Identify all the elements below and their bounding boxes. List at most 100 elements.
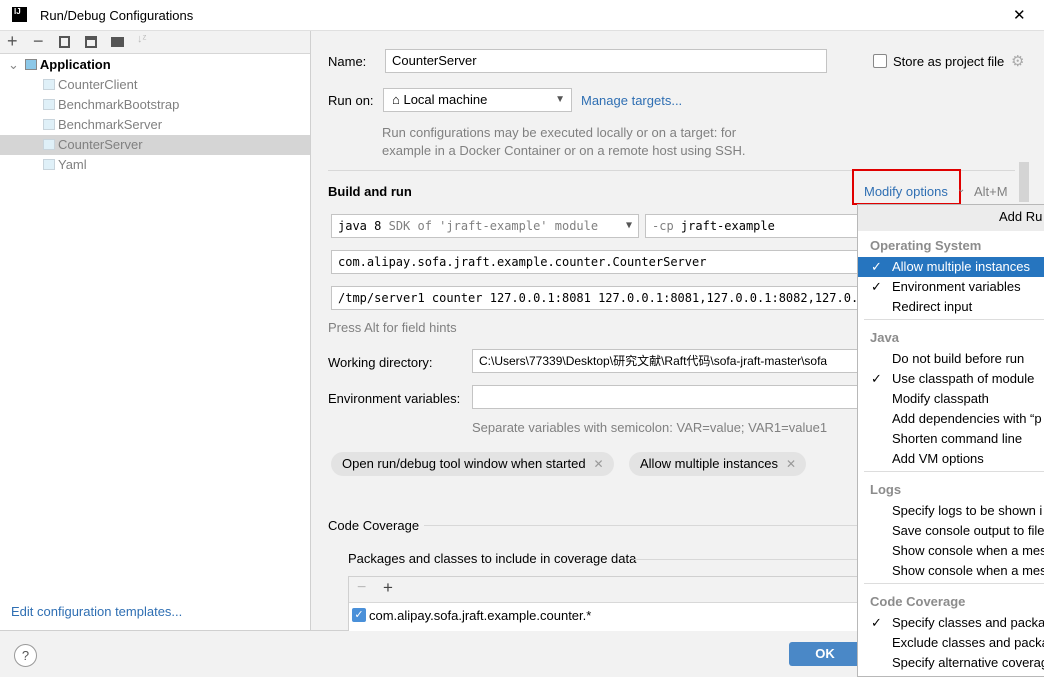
- coverage-list: − + ✓ com.alipay.sofa.jraft.example.coun…: [348, 576, 858, 631]
- chevron-down-icon[interactable]: ⌄: [8, 57, 19, 72]
- popup-menu-item-label: Do not build before run: [892, 351, 1025, 366]
- window-title: Run/Debug Configurations: [40, 8, 194, 23]
- coverage-item-label: com.alipay.sofa.jraft.example.counter.*: [369, 608, 592, 623]
- store-checkbox[interactable]: [873, 54, 887, 68]
- chevron-down-icon: ▼: [555, 94, 565, 105]
- config-icon: [43, 79, 55, 90]
- env-hint: Separate variables with semicolon: VAR=v…: [472, 420, 828, 435]
- popup-menu-item[interactable]: ✓ Use classpath of module: [858, 369, 1044, 389]
- divider: [864, 471, 1044, 472]
- sort-icon[interactable]: ↓ᶻ: [137, 33, 146, 45]
- remove-icon[interactable]: −: [33, 31, 44, 52]
- popup-menu-item[interactable]: ✓ Environment variables: [858, 277, 1044, 297]
- title-bar: IJ Run/Debug Configurations ✕: [0, 0, 1044, 31]
- tree-item[interactable]: BenchmarkServer: [0, 115, 310, 135]
- modify-options-popup: Add Ru Operating System ✓ Allow multiple i…: [857, 204, 1044, 677]
- copy-icon[interactable]: [59, 36, 70, 48]
- name-input[interactable]: CounterServer: [385, 49, 827, 73]
- divider: [864, 319, 1044, 320]
- environment-variables-input[interactable]: [472, 385, 860, 409]
- popup-menu-item-label: Add dependencies with “p: [892, 411, 1042, 426]
- field-hint: Press Alt for field hints: [328, 320, 457, 335]
- manage-targets-link[interactable]: Manage targets...: [581, 93, 682, 108]
- chip-allow-multiple-instances[interactable]: Allow multiple instances ✕: [629, 452, 807, 476]
- tree-item[interactable]: BenchmarkBootstrap: [0, 95, 310, 115]
- gear-icon[interactable]: ⚙: [1011, 52, 1024, 70]
- tree-item[interactable]: Yaml: [0, 155, 310, 175]
- working-directory-input[interactable]: C:\Users\77339\Desktop\研究文献\Raft代码\sofa-…: [472, 349, 860, 373]
- popup-menu-item[interactable]: Add dependencies with “p: [858, 409, 1044, 429]
- chevron-down-icon: ⌄: [957, 184, 966, 195]
- popup-menu-item[interactable]: Add VM options: [858, 449, 1044, 469]
- help-button[interactable]: ?: [14, 644, 37, 667]
- popup-menu-item-label: Exclude classes and packa: [892, 635, 1044, 650]
- scrollbar[interactable]: [1019, 162, 1029, 202]
- config-icon: [43, 99, 55, 110]
- popup-menu-item[interactable]: Shorten command line: [858, 429, 1044, 449]
- name-label: Name:: [328, 54, 367, 69]
- popup-section-title: Java: [870, 330, 899, 345]
- home-icon: ⌂: [392, 92, 404, 107]
- config-icon: [43, 159, 55, 170]
- close-icon[interactable]: ✕: [1013, 6, 1026, 24]
- modify-options-link[interactable]: Modify options: [864, 184, 948, 199]
- popup-menu-item[interactable]: ✓ Specify classes and packa: [858, 613, 1044, 633]
- config-icon: [43, 139, 55, 150]
- chip-open-tool-window[interactable]: Open run/debug tool window when started ✕: [331, 452, 614, 476]
- popup-menu-item[interactable]: Exclude classes and packa: [858, 633, 1044, 653]
- popup-menu-item[interactable]: Redirect input: [858, 297, 1044, 317]
- remove-icon[interactable]: −: [357, 579, 366, 597]
- checkbox-checked[interactable]: ✓: [352, 608, 366, 622]
- popup-menu-item[interactable]: Specify alternative coverag: [858, 653, 1044, 673]
- tree-root-application[interactable]: ⌄ Application: [0, 55, 310, 75]
- close-icon[interactable]: ✕: [786, 452, 796, 476]
- edit-templates-link[interactable]: Edit configuration templates...: [11, 604, 182, 619]
- chevron-down-icon: ▼: [625, 220, 632, 231]
- ok-button[interactable]: OK: [789, 642, 861, 666]
- popup-menu-item-label: Save console output to file: [892, 523, 1044, 538]
- coverage-subtitle: Packages and classes to include in cover…: [348, 551, 637, 566]
- popup-header: Add Ru: [858, 205, 1044, 231]
- popup-section-title: Logs: [870, 482, 902, 497]
- popup-section-title: Operating System: [870, 238, 982, 253]
- classpath-module-input[interactable]: -cp jraft-example: [645, 214, 860, 238]
- popup-menu-item[interactable]: Do not build before run: [858, 349, 1044, 369]
- tree-root-label: Application: [39, 57, 111, 72]
- popup-menu-item[interactable]: Specify logs to be shown i: [858, 501, 1044, 521]
- coverage-item[interactable]: ✓ com.alipay.sofa.jraft.example.counter.…: [349, 602, 858, 631]
- program-arguments-input[interactable]: /tmp/server1 counter 127.0.0.1:8081 127.…: [331, 286, 860, 310]
- popup-menu-item-label: Specify classes and packa: [892, 615, 1044, 630]
- run-on-label: Run on:: [328, 93, 374, 108]
- add-icon[interactable]: +: [383, 578, 393, 598]
- popup-menu-item[interactable]: Modify classpath: [858, 389, 1044, 409]
- working-directory-label: Working directory:: [328, 355, 433, 370]
- popup-menu-item[interactable]: Show console when a mes: [858, 541, 1044, 561]
- popup-menu-item-label: Add VM options: [892, 451, 984, 466]
- popup-menu-item-label: Redirect input: [892, 299, 973, 314]
- popup-menu-item-label: Show console when a mes: [892, 543, 1044, 558]
- save-icon[interactable]: [85, 36, 97, 48]
- popup-menu-item-label: Use classpath of module: [892, 371, 1035, 386]
- run-on-hint: example in a Docker Container or on a re…: [382, 143, 746, 158]
- new-folder-icon[interactable]: [111, 37, 124, 47]
- sidebar-toolbar: + − ↓ᶻ: [0, 31, 310, 54]
- popup-menu-item-label: Modify classpath: [892, 391, 989, 406]
- check-icon: ✓: [871, 371, 882, 386]
- popup-menu-item[interactable]: Show console when a mes: [858, 561, 1044, 581]
- jre-dropdown[interactable]: java 8 SDK of 'jraft-example' module ▼: [331, 214, 639, 238]
- divider: [634, 559, 858, 560]
- add-icon[interactable]: +: [7, 31, 18, 52]
- close-icon[interactable]: ✕: [593, 452, 603, 476]
- sidebar: + − ↓ᶻ ⌄ Application CounterClient Benchm…: [0, 31, 311, 630]
- popup-menu-item[interactable]: ✓ Allow multiple instances: [858, 257, 1044, 277]
- divider: [424, 525, 858, 526]
- check-icon: ✓: [871, 259, 882, 274]
- app-icon: IJ: [12, 7, 27, 22]
- application-icon: [24, 59, 37, 70]
- modify-shortcut: Alt+M: [974, 184, 1008, 199]
- tree-item-selected[interactable]: CounterServer: [0, 135, 310, 155]
- tree-item[interactable]: CounterClient: [0, 75, 310, 95]
- run-on-dropdown[interactable]: ⌂ Local machine ▼: [383, 88, 572, 112]
- main-class-input[interactable]: com.alipay.sofa.jraft.example.counter.Co…: [331, 250, 860, 274]
- popup-menu-item[interactable]: Save console output to file: [858, 521, 1044, 541]
